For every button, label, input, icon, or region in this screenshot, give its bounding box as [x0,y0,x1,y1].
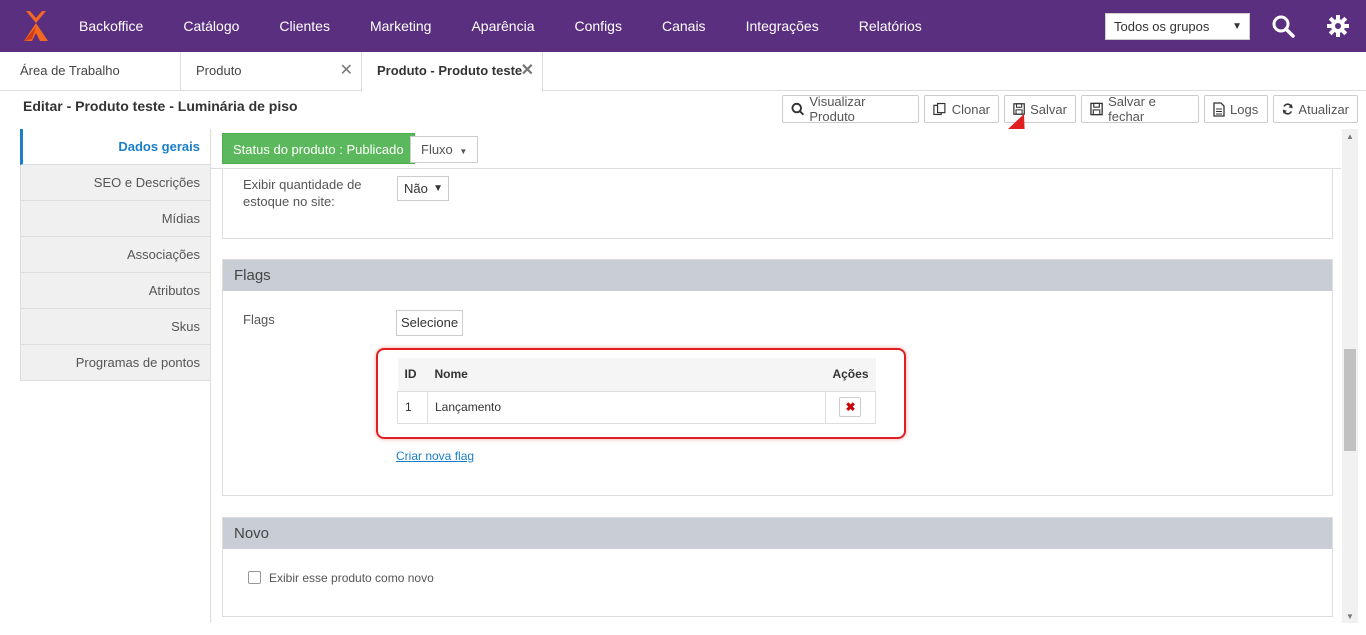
status-bar: Status do produto : Publicado Fluxo ▼ [211,129,1341,169]
stock-label: Exibir quantidade de estoque no site: [243,177,362,209]
tab-produto[interactable]: Produto ✕ [181,52,362,91]
logo-icon [24,11,48,41]
save-label: Salvar [1030,101,1067,117]
nav-canais[interactable]: Canais [642,0,726,52]
flags-panel-title: Flags [223,260,1332,291]
caret-down-icon: ▼ [433,183,443,194]
tab-label: Área de Trabalho [20,63,120,78]
sidebar-item-associacoes[interactable]: Associações [20,237,211,273]
save-close-button[interactable]: Salvar e fechar [1081,94,1199,124]
tab-label: Produto [196,63,242,78]
flow-label: Fluxo [421,142,453,157]
scrollbar-thumb[interactable] [1344,349,1356,451]
caret-down-icon: ▼ [1232,21,1242,32]
novo-panel: Novo Exibir esse produto como novo [222,517,1333,617]
search-icon[interactable] [1271,14,1295,38]
highlight-box [376,348,906,439]
select-flag-button[interactable]: Selecione [396,310,464,336]
sidebar-item-atributos[interactable]: Atributos [20,273,211,309]
logs-label: Logs [1230,101,1259,117]
close-icon[interactable]: ✕ [340,52,353,89]
sidebar-item-programas-de-pontos[interactable]: Programas de pontos [20,345,211,381]
main-content: Exibir quantidade de estoque no site: Nã… [210,129,1341,623]
close-icon[interactable]: ✕ [521,52,534,89]
refresh-label: Atualizar [1298,101,1349,117]
show-as-new-label: Exibir esse produto como novo [269,571,434,585]
nav-clientes[interactable]: Clientes [259,0,350,52]
flags-panel: Flags Flags Selecione ID Nome Ações 1 La… [222,259,1333,496]
flags-label: Flags [243,312,275,327]
nav-integracoes[interactable]: Integrações [726,0,839,52]
search-icon [791,102,805,116]
logs-button[interactable]: Logs [1204,95,1268,123]
page-title: Editar - Produto teste - Luminária de pi… [23,98,298,114]
scroll-down-icon[interactable]: ▼ [1346,612,1354,621]
gear-icon[interactable] [1326,14,1350,38]
status-badge: Status do produto : Publicado [222,133,415,164]
group-select-value: Todos os grupos [1114,19,1210,34]
scroll-up-icon[interactable]: ▲ [1346,132,1354,141]
stock-select-value: Não [404,181,428,196]
novo-panel-title: Novo [223,518,1332,549]
view-product-label: Visualizar Produto [809,94,866,124]
flow-dropdown-button[interactable]: Fluxo ▼ [410,136,479,163]
sidebar-item-skus[interactable]: Skus [20,309,211,345]
file-icon [1213,101,1225,117]
caret-down-icon: ▼ [459,147,468,156]
stock-select[interactable]: Não ▼ [397,176,449,201]
refresh-button[interactable]: Atualizar [1273,95,1358,123]
tab-area-de-trabalho[interactable]: Área de Trabalho [0,52,181,91]
sidebar-item-midias[interactable]: Mídias [20,201,211,237]
copy-icon [933,102,946,116]
nav-catalogo[interactable]: Catálogo [163,0,259,52]
tab-produto-teste[interactable]: Produto - Produto teste ✕ [361,52,543,92]
tab-label: Produto - Produto teste [377,63,523,78]
nav-aparencia[interactable]: Aparência [451,0,554,52]
save-close-label: Salvar e fechar [1108,94,1156,124]
nav-configs[interactable]: Configs [555,0,642,52]
tabs-bar: Área de Trabalho Produto ✕ Produto - Pro… [0,52,1366,92]
sidebar: Dados gerais SEO e Descrições Mídias Ass… [20,129,211,381]
group-select[interactable]: Todos os grupos ▼ [1105,13,1250,40]
show-as-new-checkbox[interactable] [248,571,261,584]
nav-backoffice[interactable]: Backoffice [72,0,163,52]
floppy-icon [1090,102,1103,116]
nav-relatorios[interactable]: Relatórios [839,0,942,52]
sidebar-item-dados-gerais[interactable]: Dados gerais [20,129,211,165]
refresh-icon [1282,103,1293,115]
sidebar-item-seo[interactable]: SEO e Descrições [20,165,211,201]
top-navbar: Backoffice Catálogo Clientes Marketing A… [0,0,1366,52]
view-product-button[interactable]: Visualizar Produto [782,94,919,124]
nav-marketing[interactable]: Marketing [350,0,451,52]
logo[interactable] [0,0,72,52]
create-flag-link[interactable]: Criar nova flag [396,449,474,463]
